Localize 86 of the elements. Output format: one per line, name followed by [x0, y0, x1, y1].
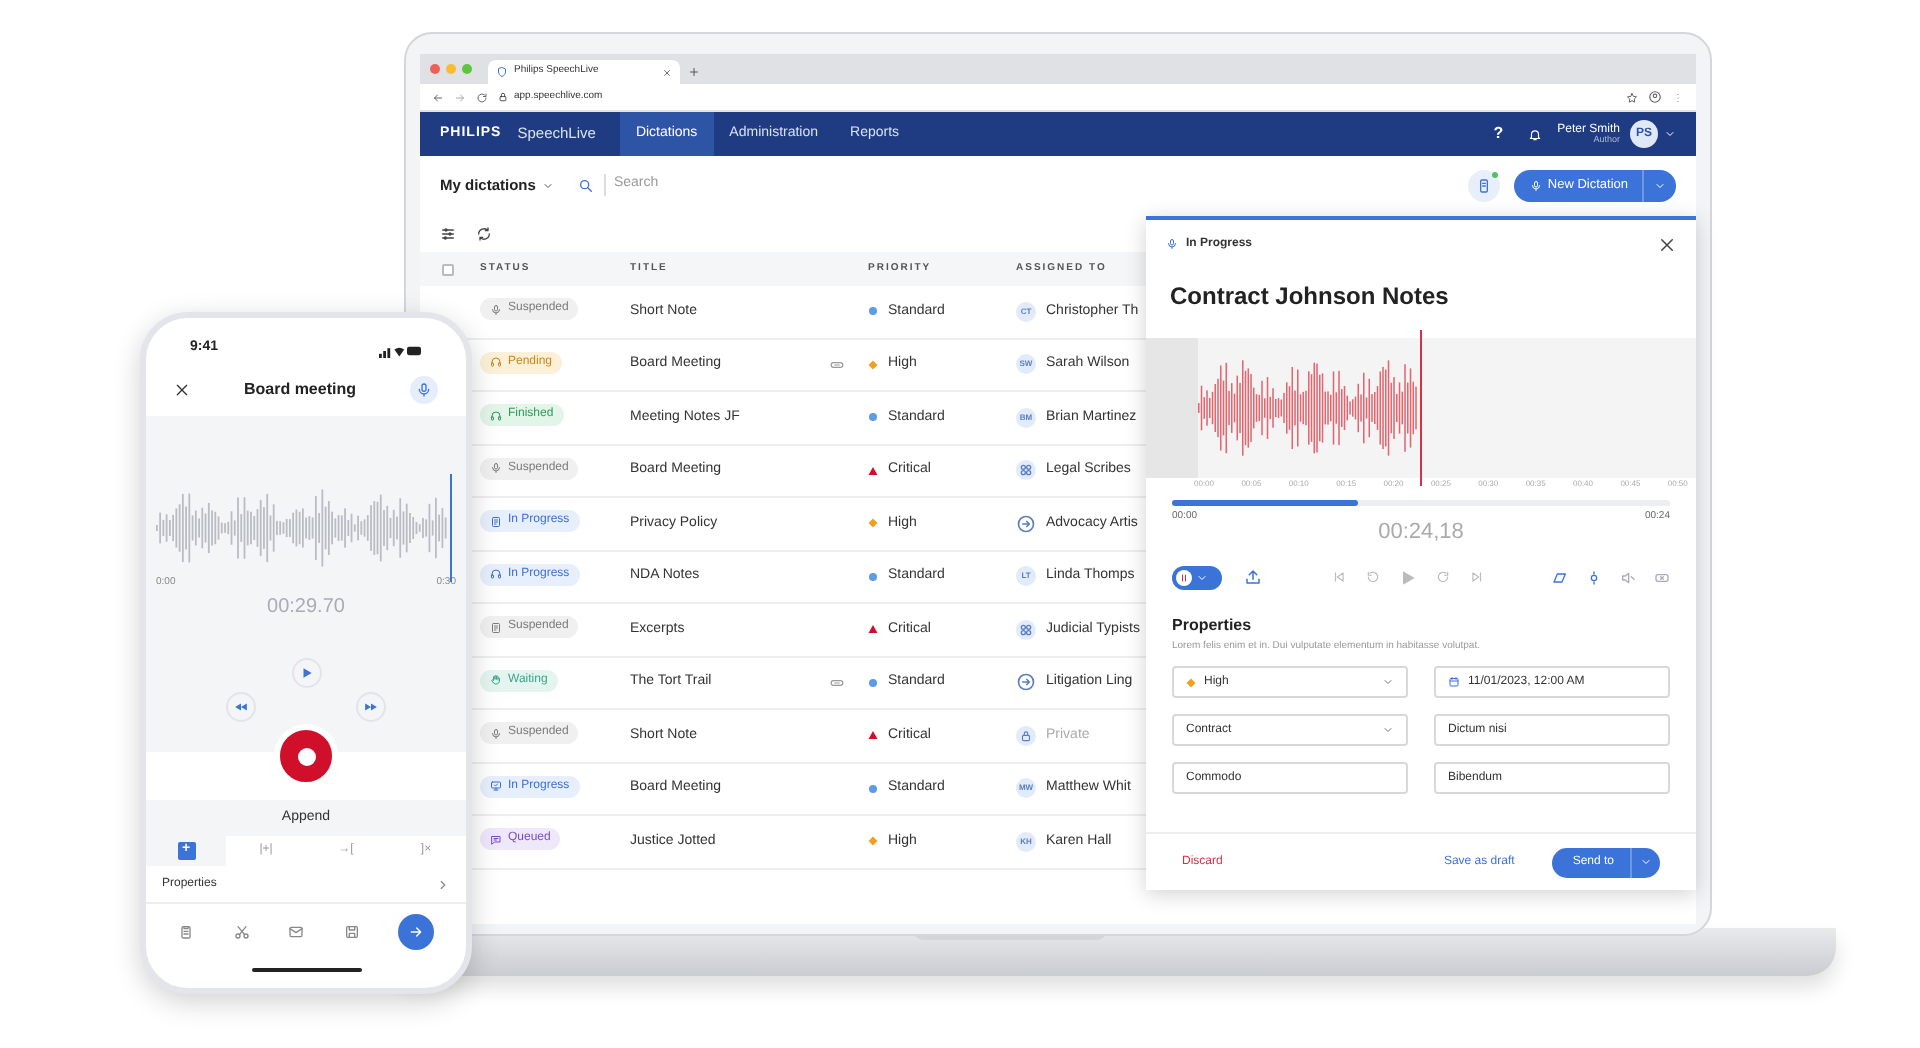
chevron-down-icon	[1382, 724, 1394, 736]
fast-forward-icon	[364, 699, 378, 713]
priority-dot	[868, 306, 878, 317]
close-icon[interactable]	[174, 381, 190, 397]
upload-icon[interactable]	[1244, 568, 1262, 586]
search-icon[interactable]	[577, 177, 594, 193]
priority-dot	[868, 571, 878, 582]
chevron-right-icon	[436, 877, 450, 891]
chevron-down-icon	[1382, 676, 1394, 688]
headphones-icon	[490, 568, 502, 581]
priority-triangle-icon	[868, 624, 878, 635]
monitor-icon	[490, 780, 502, 793]
home-indicator	[251, 968, 361, 972]
position-time: 00:29.70	[267, 593, 345, 621]
rewind-button[interactable]	[226, 691, 256, 721]
refresh-icon[interactable]	[476, 225, 492, 241]
service-icon	[1016, 513, 1036, 534]
lock-icon	[1016, 725, 1036, 746]
microphone-icon	[490, 462, 502, 475]
service-icon	[1016, 672, 1036, 693]
document-icon	[490, 515, 502, 528]
priority-diamond-icon	[868, 836, 878, 847]
priority-dot	[868, 677, 878, 688]
device-icon	[1475, 177, 1492, 193]
arrow-right-icon	[408, 924, 424, 940]
bell-icon[interactable]	[1527, 127, 1542, 141]
play-icon	[299, 665, 313, 679]
priority-diamond-icon	[1186, 677, 1196, 687]
device-button[interactable]	[1467, 169, 1500, 201]
fast-forward-button[interactable]	[356, 691, 386, 721]
delete-icon[interactable]	[1654, 569, 1670, 585]
send-button[interactable]	[398, 914, 434, 950]
rewind-icon	[234, 699, 248, 713]
pause-dropdown-button[interactable]	[1172, 565, 1222, 589]
reload-icon[interactable]	[476, 91, 488, 103]
marker-icon[interactable]	[1586, 569, 1602, 585]
pause-icon	[1178, 571, 1190, 583]
chevron-down-icon	[541, 179, 554, 191]
properties-heading: Properties	[1170, 613, 1254, 637]
shield-icon	[496, 66, 508, 78]
chevron-down-icon	[1196, 571, 1208, 583]
mail-icon[interactable]	[288, 924, 304, 940]
close-icon[interactable]	[1658, 235, 1676, 253]
link-icon	[830, 357, 844, 372]
document-icon	[490, 621, 502, 634]
chat-icon	[490, 833, 502, 846]
headphones-icon	[490, 409, 502, 422]
hand-icon	[490, 674, 502, 687]
team-icon	[1016, 619, 1036, 640]
priority-dot	[868, 783, 878, 794]
plus-icon[interactable]	[688, 66, 700, 78]
select-all-checkbox[interactable]	[442, 263, 454, 275]
scissors-icon[interactable]	[233, 924, 249, 940]
priority-diamond-icon	[868, 359, 878, 370]
star-icon[interactable]	[1626, 91, 1638, 103]
calendar-icon	[1448, 676, 1460, 688]
priority-dot	[868, 412, 878, 423]
priority-triangle-icon	[868, 465, 878, 476]
microphone-icon	[1166, 238, 1178, 250]
microphone-button[interactable]	[410, 375, 438, 403]
microphone-icon	[490, 727, 502, 740]
profile-icon[interactable]	[1648, 90, 1662, 104]
priority-triangle-icon	[868, 730, 878, 741]
microphone-icon	[416, 381, 432, 397]
priority-diamond-icon	[868, 518, 878, 529]
panel-title: Contract Johnson Notes	[1168, 280, 1451, 314]
back-icon[interactable]	[432, 91, 444, 103]
team-icon	[1016, 460, 1036, 481]
clipboard-icon[interactable]	[178, 924, 194, 940]
save-icon[interactable]	[343, 924, 359, 940]
progress-track[interactable]	[1172, 500, 1670, 506]
speaker-icon[interactable]	[1620, 569, 1636, 585]
chevron-down-icon[interactable]	[1664, 128, 1676, 140]
chevron-down-icon	[1654, 179, 1666, 191]
status-icons	[378, 344, 422, 358]
headphones-icon	[490, 356, 502, 369]
play-button[interactable]	[291, 657, 321, 687]
current-time: 00:24,18	[1378, 518, 1464, 548]
recording-title: Board meeting	[241, 377, 358, 401]
lock-icon	[498, 92, 508, 102]
link-icon	[830, 675, 844, 690]
chevron-down-icon	[1640, 856, 1652, 868]
microphone-icon	[1529, 179, 1542, 191]
help-button[interactable]: ?	[1493, 122, 1504, 146]
filter-sliders-icon[interactable]	[440, 225, 456, 241]
microphone-icon	[490, 303, 502, 316]
